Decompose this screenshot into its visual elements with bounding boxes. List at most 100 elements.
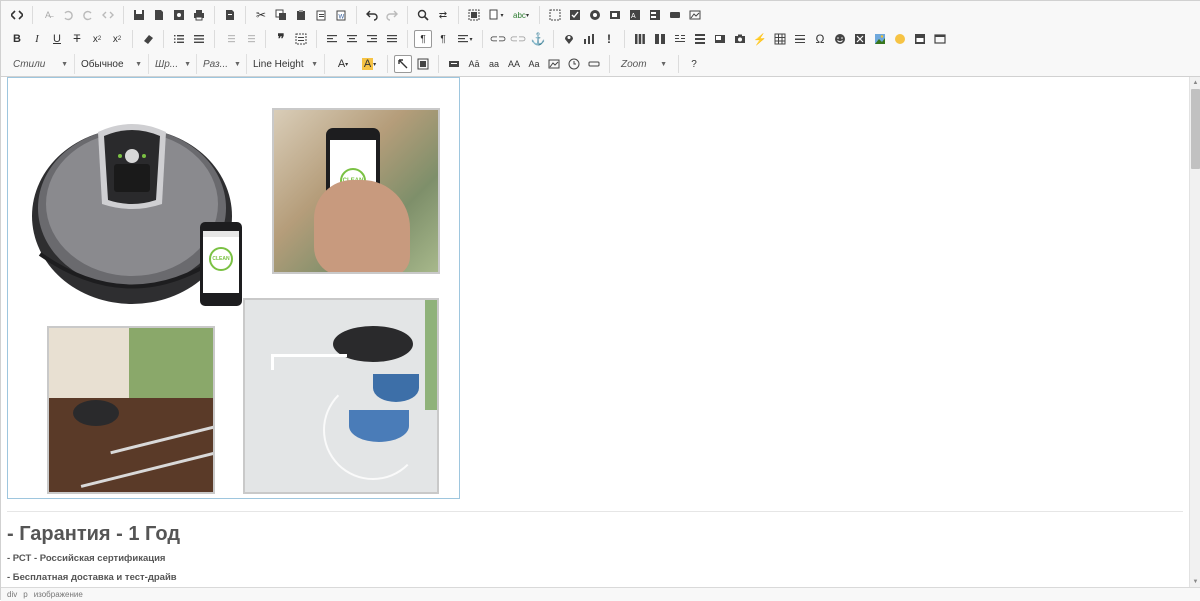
scrollbar-thumb[interactable] <box>1191 89 1200 169</box>
uppercase-icon[interactable]: AA <box>505 55 523 73</box>
lowercase-icon[interactable]: aa <box>485 55 503 73</box>
button-field-icon[interactable] <box>666 6 684 24</box>
scroll-up-arrow-icon[interactable]: ▲ <box>1190 77 1200 88</box>
camera-icon[interactable] <box>731 30 749 48</box>
text-direction-ltr-icon[interactable]: ¶ <box>414 30 432 48</box>
superscript-icon[interactable]: x2 <box>108 30 126 48</box>
youtube-icon[interactable] <box>911 30 929 48</box>
help-icon[interactable]: ? <box>685 55 703 73</box>
media-icon[interactable] <box>711 30 729 48</box>
undo-icon[interactable] <box>363 6 381 24</box>
undo-disabled-icon[interactable] <box>59 6 77 24</box>
columns-icon[interactable] <box>651 30 669 48</box>
image-button-icon[interactable] <box>686 6 704 24</box>
capitalize-icon[interactable]: Aa <box>525 55 543 73</box>
anchor-icon[interactable]: ⚓ <box>529 30 547 48</box>
paste-from-word-icon[interactable]: W <box>332 6 350 24</box>
transform-case-icon[interactable]: Aā <box>465 55 483 73</box>
replace-icon[interactable]: ⇄ <box>434 6 452 24</box>
preview-icon[interactable] <box>170 6 188 24</box>
smiley-icon[interactable] <box>831 30 849 48</box>
font-dropdown[interactable]: Шр... ▼ <box>149 54 197 74</box>
form-icon[interactable] <box>546 6 564 24</box>
blockquote-icon[interactable]: ❞ <box>272 30 290 48</box>
path-item-p[interactable]: p <box>23 590 27 599</box>
paste-text-icon[interactable] <box>312 6 330 24</box>
align-center-icon[interactable] <box>343 30 361 48</box>
indent-icon[interactable] <box>241 30 259 48</box>
path-item-div[interactable]: div <box>7 590 17 599</box>
editor-content[interactable]: CLEAN CLEAN <box>1 77 1189 587</box>
cut-icon[interactable]: ✂ <box>252 6 270 24</box>
fullscreen-icon[interactable] <box>931 30 949 48</box>
chart-icon[interactable] <box>580 30 598 48</box>
find-replace-text-icon[interactable]: A̶ <box>39 6 57 24</box>
background-color-icon[interactable]: A ▾ <box>357 55 381 73</box>
clock-icon[interactable] <box>565 55 583 73</box>
align-justify-icon[interactable] <box>383 30 401 48</box>
language-icon[interactable]: ▾ <box>454 30 476 48</box>
radio-icon[interactable] <box>586 6 604 24</box>
code-brackets-icon[interactable] <box>99 6 117 24</box>
save-icon[interactable] <box>130 6 148 24</box>
map-marker-icon[interactable] <box>560 30 578 48</box>
line-height-dropdown[interactable]: Line Height ▼ <box>247 54 325 74</box>
table-icon[interactable] <box>771 30 789 48</box>
italic-icon[interactable]: I <box>28 30 46 48</box>
maximize-icon[interactable] <box>394 55 412 73</box>
select-field-icon[interactable] <box>646 6 664 24</box>
exclamation-icon[interactable]: ! <box>600 30 618 48</box>
bold-icon[interactable]: B <box>8 30 26 48</box>
paste-icon[interactable] <box>292 6 310 24</box>
copy-icon[interactable] <box>272 6 290 24</box>
unlink-icon[interactable]: ⊂⊃ <box>509 30 527 48</box>
page-break-icon[interactable] <box>851 30 869 48</box>
select-all-icon[interactable] <box>465 6 483 24</box>
horizontal-rule-icon[interactable] <box>791 30 809 48</box>
subscript-icon[interactable]: x2 <box>88 30 106 48</box>
text-columns-icon[interactable] <box>671 30 689 48</box>
styles-dropdown[interactable]: Стили ▼ <box>7 54 75 74</box>
text-color-icon[interactable]: A ▾ <box>331 55 355 73</box>
vertical-scrollbar[interactable]: ▲ ▼ <box>1189 77 1200 587</box>
print-icon[interactable] <box>190 6 208 24</box>
textarea-icon[interactable]: A <box>626 6 644 24</box>
underline-icon[interactable]: U <box>48 30 66 48</box>
align-right-icon[interactable] <box>363 30 381 48</box>
outdent-icon[interactable] <box>221 30 239 48</box>
grid-layout-icon[interactable] <box>631 30 649 48</box>
align-left-icon[interactable] <box>323 30 341 48</box>
scroll-down-arrow-icon[interactable]: ▼ <box>1190 576 1200 587</box>
keyboard-icon[interactable] <box>445 55 463 73</box>
strikethrough-icon[interactable]: T <box>68 30 86 48</box>
list-layout-icon[interactable] <box>691 30 709 48</box>
show-blocks-icon[interactable] <box>414 55 432 73</box>
remove-format-icon[interactable] <box>139 30 157 48</box>
text-direction-rtl-icon[interactable]: ¶ <box>434 30 452 48</box>
bulleted-list-icon[interactable] <box>190 30 208 48</box>
iframe-image-icon[interactable] <box>871 30 889 48</box>
div-container-icon[interactable] <box>292 30 310 48</box>
templates-icon[interactable] <box>221 6 239 24</box>
product-collage-image[interactable]: CLEAN CLEAN <box>7 77 460 499</box>
emoji-icon[interactable] <box>891 30 909 48</box>
checkbox-icon[interactable] <box>566 6 584 24</box>
numbered-list-icon[interactable] <box>170 30 188 48</box>
spellcheck-icon[interactable]: abc ▾ <box>509 6 533 24</box>
new-page-icon[interactable] <box>150 6 168 24</box>
format-painter-icon[interactable]: ▾ <box>485 6 507 24</box>
format-dropdown[interactable]: Обычное ▼ <box>75 54 149 74</box>
path-item-image[interactable]: изображение <box>34 590 83 599</box>
flash-icon[interactable]: ⚡ <box>751 30 769 48</box>
size-dropdown[interactable]: Раз... ▼ <box>197 54 247 74</box>
input-icon[interactable] <box>585 55 603 73</box>
image-map-icon[interactable] <box>545 55 563 73</box>
special-char-icon[interactable]: Ω <box>811 30 829 48</box>
redo-disabled-icon[interactable] <box>79 6 97 24</box>
link-icon[interactable]: ⊂⊃ <box>489 30 507 48</box>
redo-icon[interactable] <box>383 6 401 24</box>
source-code-icon[interactable] <box>8 6 26 24</box>
text-field-icon[interactable] <box>606 6 624 24</box>
find-icon[interactable] <box>414 6 432 24</box>
zoom-dropdown[interactable]: Zoom ▼ <box>615 54 673 74</box>
